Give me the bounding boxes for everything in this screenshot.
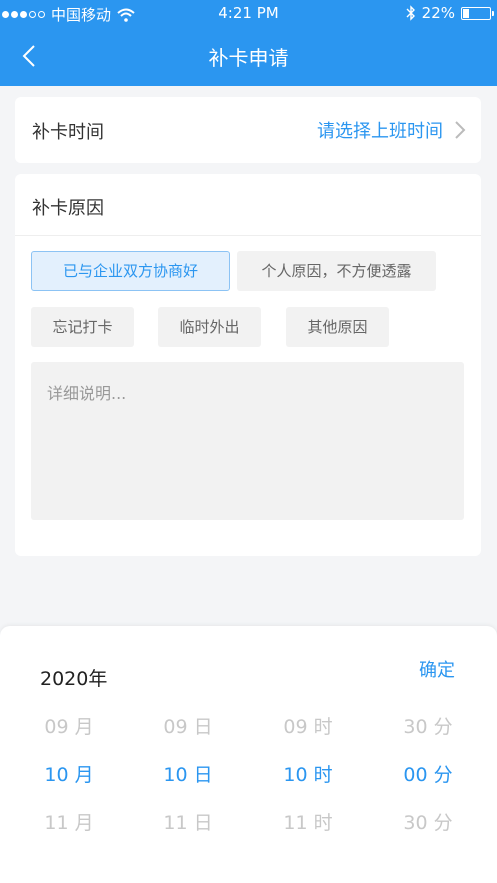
picker-option[interactable]: 11 日 [143,808,233,835]
chevron-right-icon [455,121,466,139]
reason-tag-forgot[interactable]: 忘记打卡 [31,307,134,347]
reason-tag-personal[interactable]: 个人原因，不方便透露 [237,251,436,291]
reason-tag-negotiated[interactable]: 已与企业双方协商好 [31,251,230,291]
picker-option[interactable]: 09 月 [24,712,114,739]
makeup-time-label: 补卡时间 [32,122,104,143]
picker-option-selected[interactable]: 00 分 [383,760,473,787]
nav-bar: 补卡申请 [0,26,497,86]
picker-option[interactable]: 30 分 [383,712,473,739]
reason-card: 补卡原因 已与企业双方协商好 个人原因，不方便透露 忘记打卡 临时外出 其他原因… [15,174,481,556]
picker-option[interactable]: 09 日 [143,712,233,739]
divider [15,235,481,236]
reason-tag-other[interactable]: 其他原因 [286,307,389,347]
picker-option-selected[interactable]: 10 日 [143,760,233,787]
picker-option-selected[interactable]: 10 月 [24,760,114,787]
picker-year: 2020年 [40,668,108,690]
makeup-time-row[interactable]: 补卡时间 请选择上班时间 [15,97,481,163]
picker-option[interactable]: 30 分 [383,808,473,835]
picker-option[interactable]: 09 时 [263,712,353,739]
datetime-picker: 2020年 确定 09 月 10 月 11 月 09 日 10 日 11 日 0… [0,626,497,883]
picker-option-selected[interactable]: 10 时 [263,760,353,787]
battery-percent: 22% [421,4,455,22]
reason-tag-outing[interactable]: 临时外出 [158,307,261,347]
picker-option[interactable]: 11 时 [263,808,353,835]
confirm-button[interactable]: 确定 [419,656,455,682]
reason-label: 补卡原因 [32,198,104,219]
status-bar: 中国移动 4:21 PM 22% [0,0,497,26]
picker-option[interactable]: 11 月 [24,808,114,835]
detail-input[interactable]: 详细说明... [31,362,464,520]
battery-icon [461,6,494,20]
bluetooth-icon [406,5,415,21]
page-title: 补卡申请 [208,46,289,70]
makeup-time-value[interactable]: 请选择上班时间 [317,117,443,143]
